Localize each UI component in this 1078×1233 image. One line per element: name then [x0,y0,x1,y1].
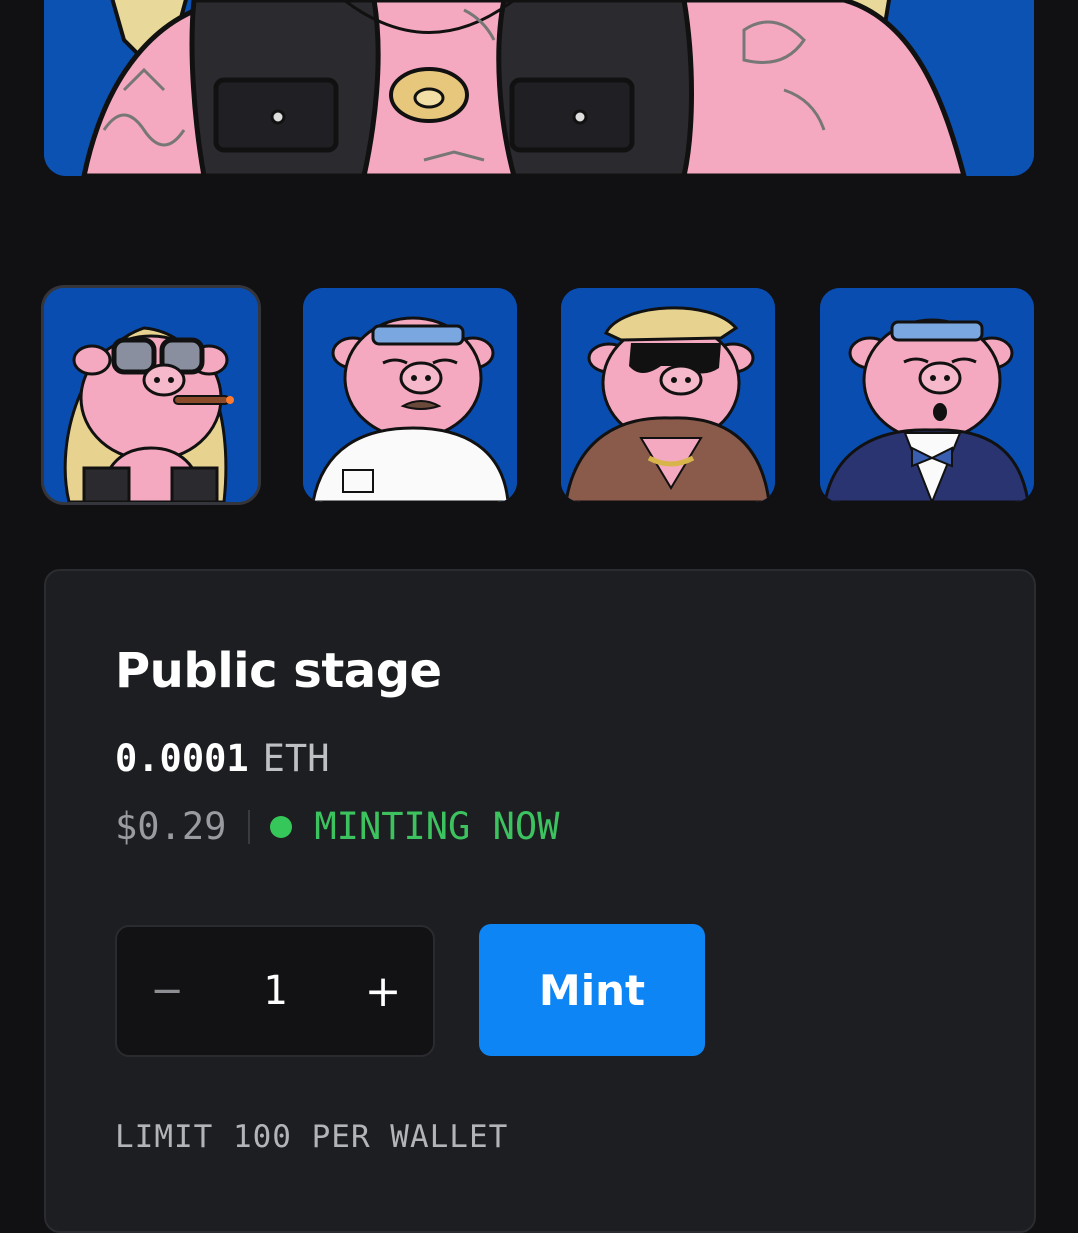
live-status-dot-icon [270,815,293,838]
hero-artwork [44,0,1034,176]
thumbnail-pig-2[interactable] [303,288,517,502]
quantity-value[interactable]: 1 [217,927,333,1055]
price-value: 0.0001 [115,737,249,780]
thumbnail-pig-4[interactable] [820,288,1034,502]
mint-stage-card: Public stage 0.0001 ETH $0.29 MINTING NOW… [44,569,1036,1233]
wallet-limit: LIMIT 100 PER WALLET [115,1119,509,1155]
increment-button[interactable]: + [333,927,433,1055]
minting-status: MINTING NOW [314,805,560,848]
quantity-stepper: − 1 + [115,925,435,1057]
stage-title: Public stage [115,643,442,699]
usd-price: $0.29 [115,805,227,848]
price-currency: ETH [262,737,330,780]
mint-button[interactable]: Mint [479,924,705,1056]
thumbnail-pig-1[interactable] [44,288,258,502]
thumbnail-gallery [44,288,1034,502]
price-row: 0.0001 ETH [115,737,329,780]
divider [248,809,251,844]
status-row: $0.29 MINTING NOW [115,805,559,848]
decrement-button[interactable]: − [117,927,217,1055]
thumbnail-pig-3[interactable] [561,288,775,502]
